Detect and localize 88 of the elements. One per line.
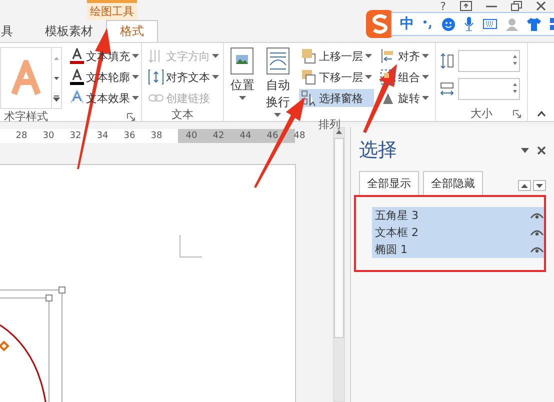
pane-button[interactable]: 全部隐藏 (423, 171, 483, 195)
dialog-launcher-icon[interactable] (513, 110, 521, 118)
ribbon-tab[interactable]: 模板素材 (34, 20, 104, 42)
caret-icon (365, 75, 372, 79)
height-icon (440, 53, 454, 69)
eye-icon[interactable] (530, 228, 544, 236)
ruler-number: 34 (96, 131, 110, 141)
layer-icon (301, 69, 317, 85)
glowing-letter-icon (70, 90, 84, 106)
caret-icon (132, 75, 139, 79)
align-text-icon (148, 69, 164, 85)
pane-title: 选择 (359, 138, 397, 163)
input-mode-button[interactable]: 中 (400, 15, 414, 33)
layer-command-button[interactable]: 选择窗格 (299, 89, 374, 107)
object-item[interactable]: 文本框 2 (372, 224, 544, 241)
scroll-up-icon[interactable] (335, 128, 343, 136)
object-item[interactable]: 椭圆 1 (372, 241, 544, 258)
microphone-icon[interactable] (464, 17, 474, 31)
group-label: 文本 (172, 107, 194, 122)
letter-a-icon (70, 48, 84, 64)
position-icon (230, 47, 254, 75)
emoji-icon[interactable] (442, 18, 455, 30)
arrange-command-button[interactable]: 对齐 (378, 47, 431, 65)
ruler-number: 28 (14, 131, 28, 141)
caret-icon (365, 54, 372, 58)
caret-icon (212, 75, 219, 79)
annotation-arrow (363, 64, 397, 133)
pane-button[interactable]: 全部显示 (359, 171, 419, 195)
caret-icon (274, 113, 282, 117)
ruler-number: 42 (212, 131, 226, 141)
ruler-number: 46 (266, 131, 280, 141)
eye-icon[interactable] (530, 212, 544, 220)
move-down-button[interactable] (533, 180, 546, 191)
group-label: 大小 (470, 106, 492, 120)
arrange-command-button[interactable]: 组合 (378, 68, 431, 86)
letter-a-icon (70, 69, 84, 85)
ime-logo-icon[interactable] (366, 10, 394, 38)
wrap-text-icon (266, 47, 290, 75)
ruler-number: 36 (122, 131, 136, 141)
ribbon-tab[interactable]: 具 (0, 20, 34, 42)
move-up-button[interactable] (518, 180, 531, 191)
caret-icon (132, 54, 139, 58)
down-icon (536, 184, 543, 188)
group-label: 排列 (318, 117, 340, 132)
caret-icon (422, 96, 429, 100)
help-button[interactable]: ? (440, 1, 446, 12)
large-button[interactable]: 自动换行 (260, 47, 295, 117)
ruler-number: 30 (42, 131, 56, 141)
ribbon-display-icon[interactable] (460, 1, 472, 11)
letter-a-icon (11, 60, 41, 96)
text-command-button[interactable]: 对齐文本 (146, 68, 221, 86)
layer-command-button[interactable]: 上移一层 (299, 47, 374, 65)
layer-icon (301, 48, 317, 64)
corner-mark (180, 234, 202, 258)
caret-icon (422, 54, 429, 58)
restore-icon[interactable] (511, 1, 522, 11)
ruler-number: 32 (68, 131, 82, 141)
caret-icon (212, 54, 219, 58)
collapse-ribbon-icon[interactable] (537, 111, 546, 117)
shirt-icon[interactable] (527, 18, 541, 30)
caret-icon (238, 96, 246, 100)
caret-icon (422, 75, 429, 79)
object-item[interactable]: 五角星 3 (372, 207, 544, 224)
align-icon (380, 48, 396, 64)
up-icon (521, 184, 528, 188)
dialog-launcher-icon[interactable] (127, 113, 135, 121)
ruler-number: 38 (150, 131, 164, 141)
close-icon[interactable] (537, 146, 546, 154)
eye-icon[interactable] (530, 246, 544, 254)
ruler-number: 48 (292, 131, 306, 141)
ruler-number: 40 (184, 131, 198, 141)
caret-icon (132, 96, 139, 100)
ribbon-tab[interactable]: 格式 (106, 20, 158, 42)
ruler-number: 44 (238, 131, 252, 141)
selection-pane-icon (301, 90, 317, 106)
width-field[interactable] (458, 78, 520, 100)
width-icon (440, 81, 454, 97)
large-button[interactable]: 位置 (228, 47, 257, 117)
group-icon (380, 69, 396, 85)
dropdown-icon[interactable] (521, 148, 529, 152)
close-icon[interactable] (536, 1, 546, 11)
group-label: 术字样式 (4, 109, 48, 124)
height-field[interactable] (458, 50, 520, 72)
keyboard-icon[interactable] (483, 19, 497, 29)
arrange-command-button[interactable]: 旋转 (378, 89, 431, 107)
layer-command-button[interactable]: 下移一层 (299, 68, 374, 86)
contextual-tab-header: 绘图工具 (87, 0, 137, 20)
punctuation-icon[interactable] (423, 19, 433, 29)
